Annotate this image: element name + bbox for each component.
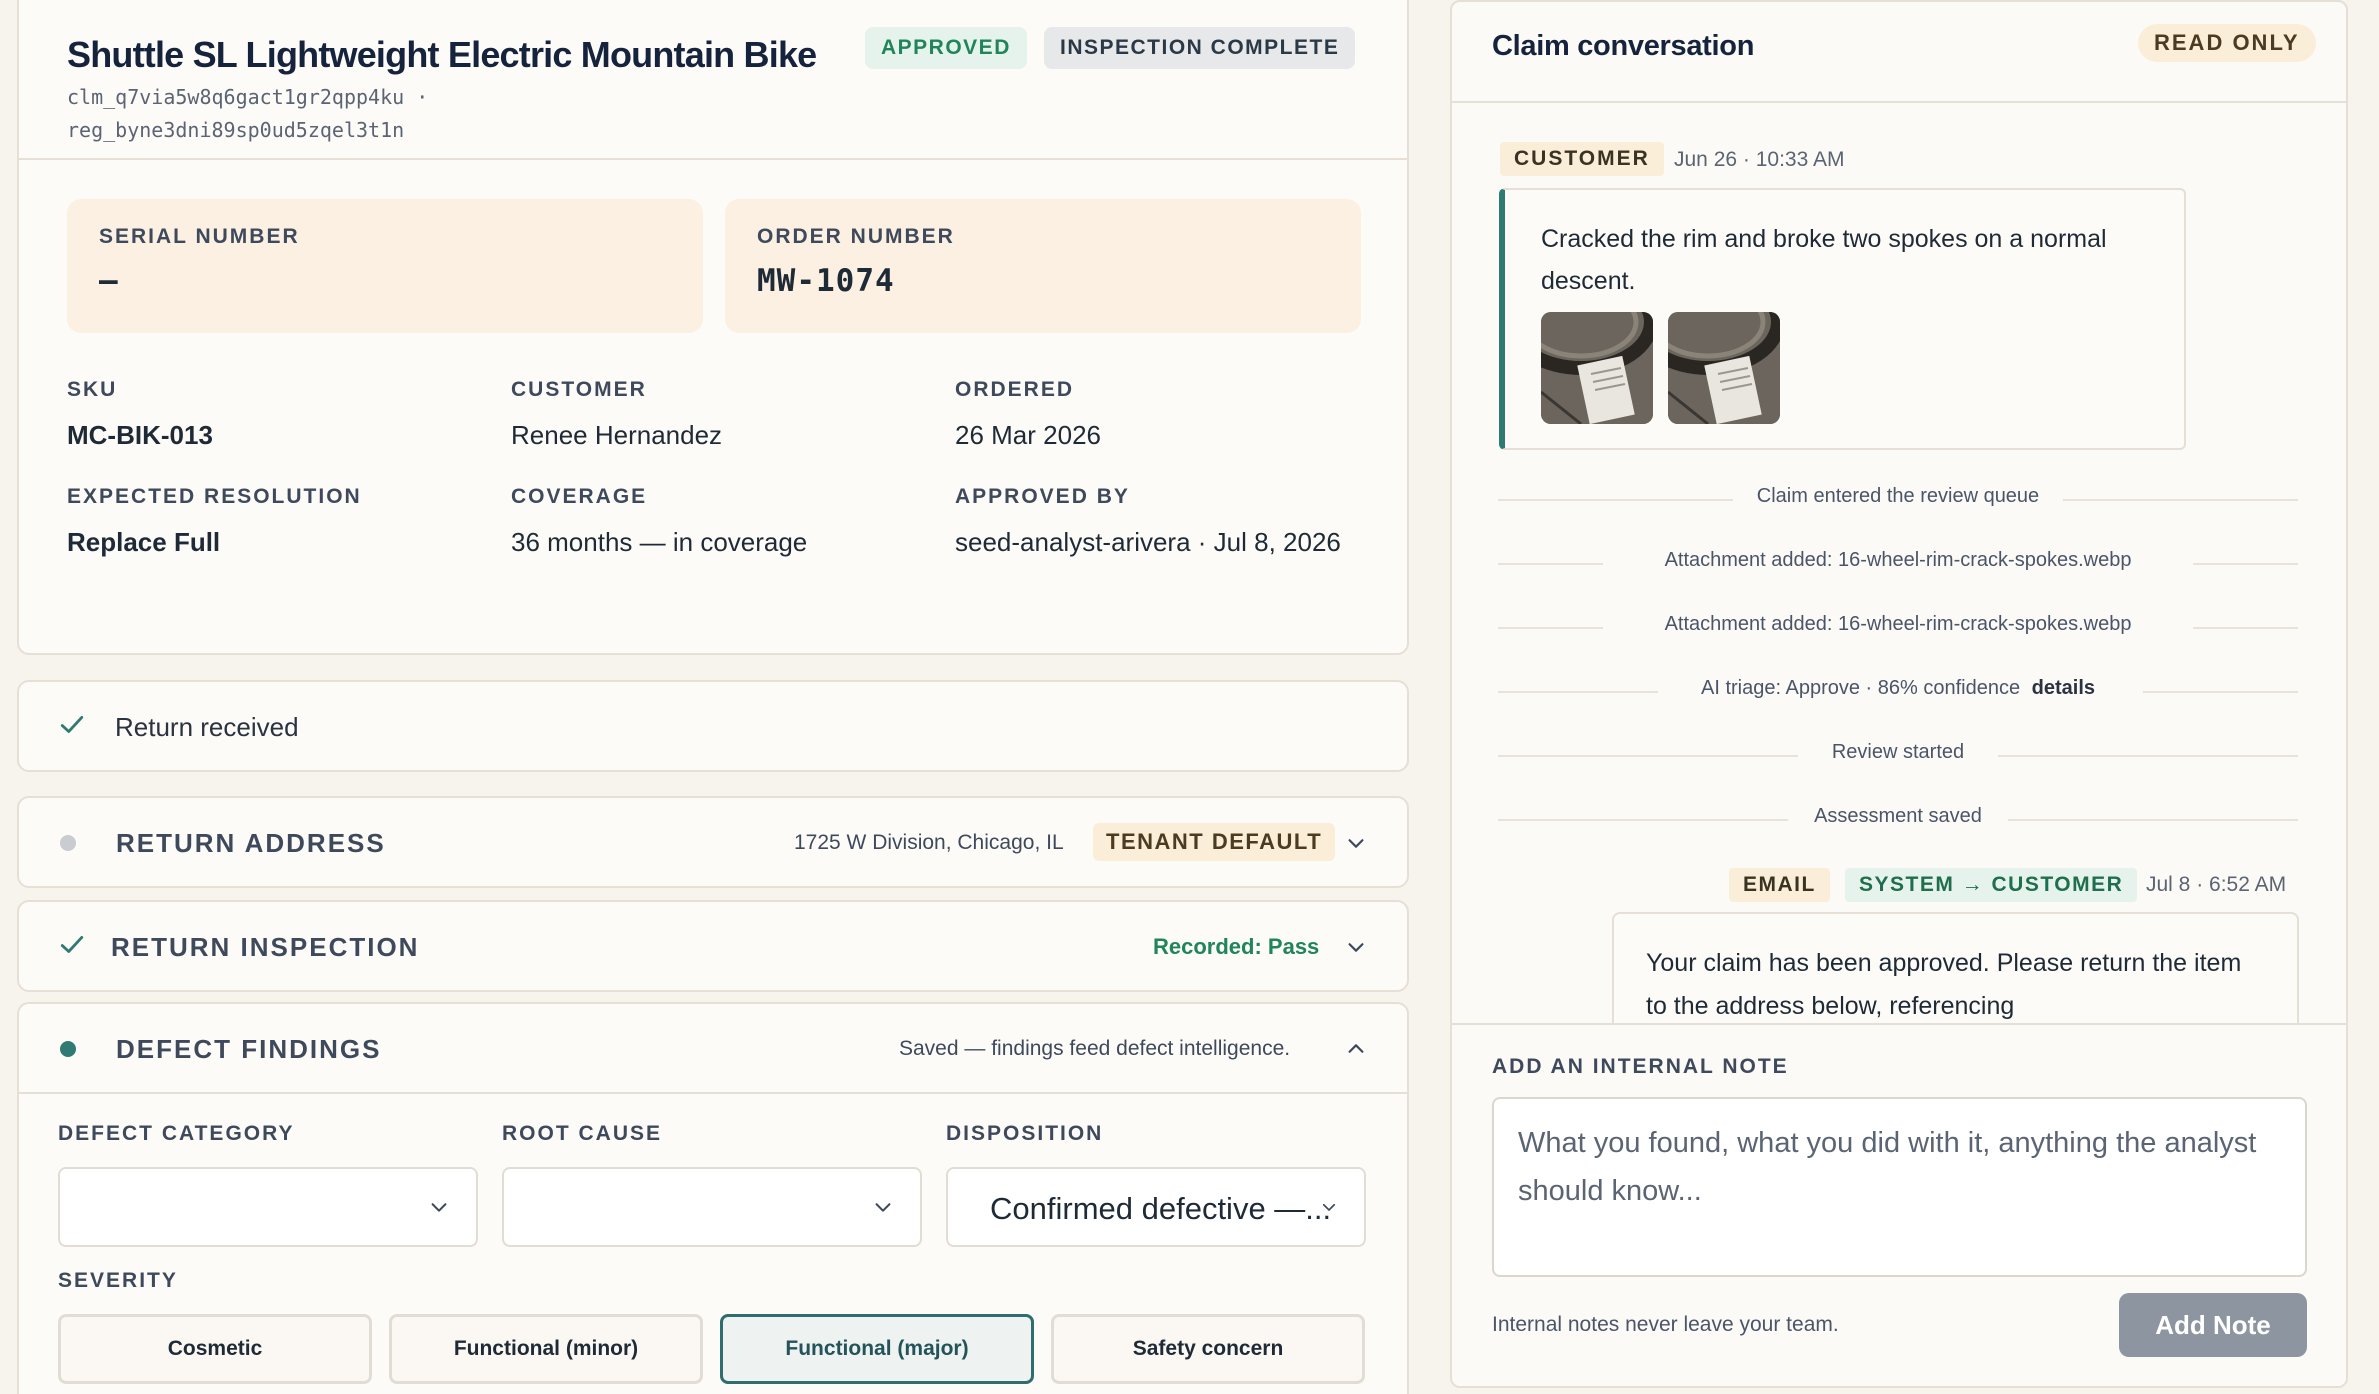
- timeline-event: Attachment added: 16-wheel-rim-crack-spo…: [1498, 549, 2298, 579]
- sku-value: MC-BIK-013: [67, 420, 213, 450]
- severity-label: SEVERITY: [58, 1269, 178, 1292]
- claim-conversation-panel: Claim conversation READ ONLY CUSTOMER Ju…: [1450, 0, 2348, 1388]
- email-message-body: Your claim has been approved. Please ret…: [1646, 949, 2242, 1020]
- serial-number-tile: SERIAL NUMBER —: [67, 199, 703, 333]
- return-address-title: RETURN ADDRESS: [116, 828, 386, 858]
- header-divider: [19, 158, 1407, 160]
- defect-divider: [19, 1092, 1407, 1094]
- chevron-down-icon: [1322, 1203, 1336, 1211]
- serial-number-label: SERIAL NUMBER: [99, 225, 300, 248]
- severity-functional-major-button[interactable]: Functional (major): [720, 1314, 1034, 1384]
- customer-value: Renee Hernandez: [511, 420, 723, 450]
- step-return-received: Return received: [17, 680, 1409, 772]
- customer-field: CUSTOMER Renee Hernandez: [511, 378, 931, 454]
- timeline-event: Attachment added: 16-wheel-rim-crack-spo…: [1498, 613, 2298, 643]
- claim-id: clm_q7via5w8q6gact1gr2qpp4ku ·: [67, 85, 429, 109]
- order-number-value: MW-1074: [757, 263, 895, 299]
- attachment-thumbnail[interactable]: [1668, 312, 1780, 424]
- check-icon: [60, 936, 84, 953]
- chevron-up-icon[interactable]: [1345, 1038, 1367, 1060]
- return-inspection-title: RETURN INSPECTION: [111, 932, 420, 962]
- customer-message-time: Jun 26 · 10:33 AM: [1674, 148, 1845, 171]
- internal-note-composer: ADD AN INTERNAL NOTE Internal notes neve…: [1452, 1023, 2346, 1386]
- read-only-badge: READ ONLY: [2138, 24, 2316, 62]
- expected-resolution-field: EXPECTED RESOLUTION Replace Full: [67, 485, 487, 561]
- approved-by-label: APPROVED BY: [955, 485, 1130, 508]
- defect-findings-title: DEFECT FINDINGS: [116, 1034, 382, 1064]
- coverage-value: 36 months — in coverage: [511, 527, 808, 557]
- root-cause-label: ROOT CAUSE: [502, 1122, 663, 1145]
- add-note-button[interactable]: Add Note: [2119, 1293, 2307, 1357]
- conversation-header-divider: [1452, 101, 2346, 103]
- claim-title: Shuttle SL Lightweight Electric Mountain…: [67, 34, 817, 75]
- direction-tag: SYSTEM → CUSTOMER: [1845, 868, 2138, 902]
- approved-by-value: seed-analyst-arivera · Jul 8, 2026: [955, 527, 1341, 557]
- claim-summary-card: Shuttle SL Lightweight Electric Mountain…: [17, 0, 1409, 655]
- sku-field: SKU MC-BIK-013: [67, 378, 487, 454]
- chevron-down-icon: [875, 1203, 891, 1212]
- root-cause-select[interactable]: [502, 1167, 922, 1247]
- customer-tag: CUSTOMER: [1500, 142, 1664, 176]
- ordered-value: 26 Mar 2026: [955, 420, 1101, 450]
- internal-note-footer: Internal notes never leave your team.: [1492, 1313, 1839, 1336]
- severity-safety-concern-button[interactable]: Safety concern: [1051, 1314, 1365, 1384]
- email-message-time: Jul 8 · 6:52 AM: [2146, 873, 2287, 896]
- disposition-value: Confirmed defective —...: [990, 1191, 1332, 1226]
- sku-label: SKU: [67, 378, 118, 401]
- defect-category-label: DEFECT CATEGORY: [58, 1122, 295, 1145]
- disposition-select[interactable]: Confirmed defective —...: [946, 1167, 1366, 1247]
- order-number-tile: ORDER NUMBER MW-1074: [725, 199, 1361, 333]
- timeline-event: Assessment saved: [1498, 805, 2298, 835]
- check-icon: [60, 716, 84, 733]
- ai-triage-event: AI triage: Approve · 86% confidence: [1700, 677, 2021, 699]
- email-tag: EMAIL: [1729, 868, 1830, 902]
- conversation-title: Claim conversation: [1492, 30, 1755, 62]
- registration-id: reg_byne3dni89sp0ud5zqel3t1n: [67, 118, 405, 142]
- return-address-value: 1725 W Division, Chicago, IL: [794, 831, 1064, 854]
- chevron-down-icon[interactable]: [1345, 936, 1367, 958]
- step-return-address[interactable]: RETURN ADDRESS 1725 W Division, Chicago,…: [17, 796, 1409, 888]
- active-dot-icon: [60, 1041, 76, 1057]
- customer-message-body: Cracked the rim and broke two spokes on …: [1541, 225, 2107, 295]
- expected-resolution-label: EXPECTED RESOLUTION: [67, 485, 362, 508]
- disposition-label: DISPOSITION: [946, 1122, 1104, 1145]
- approved-by-field: APPROVED BY seed-analyst-arivera · Jul 8…: [955, 485, 1355, 561]
- severity-functional-minor-button[interactable]: Functional (minor): [389, 1314, 703, 1384]
- claim-ids: clm_q7via5w8q6gact1gr2qpp4ku · reg_byne3…: [67, 81, 567, 147]
- attachment-thumbnail[interactable]: [1541, 312, 1653, 424]
- ordered-field: ORDERED 26 Mar 2026: [955, 378, 1375, 454]
- details-link[interactable]: details: [2032, 677, 2095, 699]
- tenant-default-badge: TENANT DEFAULT: [1093, 823, 1336, 861]
- step-return-inspection[interactable]: RETURN INSPECTION Recorded: Pass: [17, 900, 1409, 992]
- coverage-field: COVERAGE 36 months — in coverage: [511, 485, 931, 561]
- customer-label: CUSTOMER: [511, 378, 647, 401]
- wheel-photo-icon: [1541, 312, 1653, 424]
- claim-detail-panel: Shuttle SL Lightweight Electric Mountain…: [0, 0, 1425, 1394]
- ordered-label: ORDERED: [955, 378, 1075, 401]
- step-defect-findings: DEFECT FINDINGS Saved — findings feed de…: [17, 1002, 1409, 1394]
- inspection-result: Recorded: Pass: [1153, 934, 1320, 959]
- serial-number-value: —: [99, 263, 119, 299]
- timeline-event: Review started: [1498, 741, 2298, 771]
- internal-note-label: ADD AN INTERNAL NOTE: [1492, 1055, 1789, 1078]
- severity-cosmetic-button[interactable]: Cosmetic: [58, 1314, 372, 1384]
- status-badge-inspection: INSPECTION COMPLETE: [1044, 27, 1356, 69]
- expected-resolution-value: Replace Full: [67, 527, 221, 557]
- pending-dot-icon: [60, 835, 76, 851]
- chevron-down-icon[interactable]: [1345, 832, 1367, 854]
- coverage-label: COVERAGE: [511, 485, 648, 508]
- order-number-label: ORDER NUMBER: [757, 225, 955, 248]
- wheel-photo-icon: [1668, 312, 1780, 424]
- internal-note-input[interactable]: [1492, 1097, 2307, 1277]
- defect-findings-status: Saved — findings feed defect intelligenc…: [899, 1037, 1291, 1060]
- defect-category-select[interactable]: [58, 1167, 478, 1247]
- timeline-event: AI triage: Approve · 86% confidence deta…: [1498, 677, 2298, 707]
- status-badge-approved: APPROVED: [865, 27, 1027, 69]
- return-received-label: Return received: [115, 712, 299, 742]
- customer-message: Cracked the rim and broke two spokes on …: [1499, 188, 2186, 450]
- chevron-down-icon: [431, 1203, 447, 1212]
- timeline-event: Claim entered the review queue: [1498, 485, 2298, 515]
